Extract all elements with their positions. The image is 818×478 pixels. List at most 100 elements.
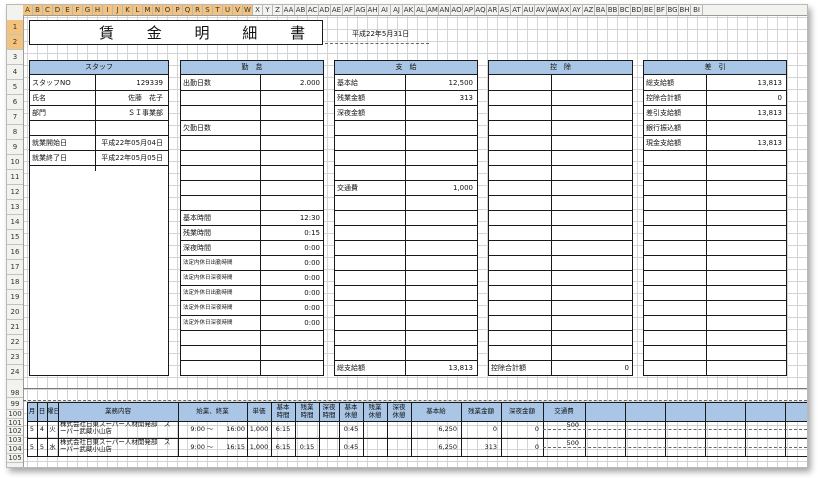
row-header-104[interactable]: 104 bbox=[7, 445, 23, 454]
column-header-E[interactable]: E bbox=[63, 5, 73, 15]
detail-cell-basic_break: 0:45 bbox=[343, 425, 359, 433]
column-header-BF[interactable]: BF bbox=[655, 5, 667, 15]
column-header-AY[interactable]: AY bbox=[571, 5, 583, 15]
column-header-AD[interactable]: AD bbox=[319, 5, 331, 15]
row-header-15[interactable]: 15 bbox=[7, 230, 23, 245]
column-header-AH[interactable]: AH bbox=[367, 5, 379, 15]
row-header-19[interactable]: 19 bbox=[7, 290, 23, 305]
column-header-F[interactable]: F bbox=[73, 5, 83, 15]
row-header-4[interactable]: 4 bbox=[7, 65, 23, 80]
row-header-13[interactable]: 13 bbox=[7, 200, 23, 215]
column-header-BB[interactable]: BB bbox=[607, 5, 619, 15]
column-header-BG[interactable]: BG bbox=[667, 5, 679, 15]
column-header-AX[interactable]: AX bbox=[559, 5, 571, 15]
row-header-99[interactable]: 99 bbox=[7, 398, 23, 410]
row-header-12[interactable]: 12 bbox=[7, 185, 23, 200]
row-header-105[interactable]: 105 bbox=[7, 454, 23, 463]
column-header-AF[interactable]: AF bbox=[343, 5, 355, 15]
column-header-AS[interactable]: AS bbox=[499, 5, 511, 15]
row-header-100[interactable]: 100 bbox=[7, 410, 23, 419]
column-header-AM[interactable]: AM bbox=[427, 5, 439, 15]
column-header-X[interactable]: X bbox=[253, 5, 263, 15]
column-header-AR[interactable]: AR bbox=[487, 5, 499, 15]
row-header-18[interactable]: 18 bbox=[7, 275, 23, 290]
column-header-AW[interactable]: AW bbox=[547, 5, 559, 15]
column-header-G[interactable]: G bbox=[83, 5, 93, 15]
column-header-O[interactable]: O bbox=[163, 5, 173, 15]
column-header-AE[interactable]: AE bbox=[331, 5, 343, 15]
row-header-24[interactable]: 24 bbox=[7, 365, 23, 380]
column-header-Q[interactable]: Q bbox=[183, 5, 193, 15]
column-header-N[interactable]: N bbox=[153, 5, 163, 15]
detail-header-day: 日 bbox=[38, 407, 46, 415]
row-header-103[interactable]: 103 bbox=[7, 436, 23, 445]
row-header-14[interactable]: 14 bbox=[7, 215, 23, 230]
column-header-D[interactable]: D bbox=[53, 5, 63, 15]
column-header-AI[interactable]: AI bbox=[379, 5, 391, 15]
row-header-8[interactable]: 8 bbox=[7, 125, 23, 140]
row-header-10[interactable]: 10 bbox=[7, 155, 23, 170]
column-header-W[interactable]: W bbox=[243, 5, 253, 15]
column-header-C[interactable]: C bbox=[43, 5, 53, 15]
column-header-AL[interactable]: AL bbox=[415, 5, 427, 15]
column-header-L[interactable]: L bbox=[133, 5, 143, 15]
column-header-AB[interactable]: AB bbox=[295, 5, 307, 15]
column-header-AN[interactable]: AN bbox=[439, 5, 451, 15]
row-header-3[interactable]: 3 bbox=[7, 50, 23, 65]
column-header-S[interactable]: S bbox=[203, 5, 213, 15]
column-header-AA[interactable]: AA bbox=[283, 5, 295, 15]
column-header-U[interactable]: U bbox=[223, 5, 233, 15]
column-header-AQ[interactable]: AQ bbox=[475, 5, 487, 15]
column-header-BI[interactable]: BI bbox=[691, 5, 703, 15]
row-header-2[interactable]: 2 bbox=[7, 35, 23, 50]
attendance-row-line bbox=[180, 165, 324, 166]
row-header-6[interactable]: 6 bbox=[7, 95, 23, 110]
column-header-B[interactable]: B bbox=[33, 5, 43, 15]
column-header-BA[interactable]: BA bbox=[595, 5, 607, 15]
column-header-H[interactable]: H bbox=[93, 5, 103, 15]
column-header-AU[interactable]: AU bbox=[523, 5, 535, 15]
column-header-BE[interactable]: BE bbox=[643, 5, 655, 15]
row-header-20[interactable]: 20 bbox=[7, 305, 23, 320]
net-label: 現金支給額 bbox=[646, 139, 681, 147]
column-header-BH[interactable]: BH bbox=[679, 5, 691, 15]
column-header-K[interactable]: K bbox=[123, 5, 133, 15]
row-header-101[interactable]: 101 bbox=[7, 419, 23, 427]
column-header-M[interactable]: M bbox=[143, 5, 153, 15]
row-header-bar[interactable]: 1 2 3 4 5 6 7 8 9 10 11 12 13 14 15 16 17 18 19 20 21 22 23 24 9… bbox=[7, 15, 24, 467]
column-header-V[interactable]: V bbox=[233, 5, 243, 15]
page-break-line bbox=[23, 400, 807, 401]
column-header-J[interactable]: J bbox=[113, 5, 123, 15]
row-header-9[interactable]: 9 bbox=[7, 140, 23, 155]
row-header-23[interactable]: 23 bbox=[7, 350, 23, 365]
column-header-AC[interactable]: AC bbox=[307, 5, 319, 15]
column-header-AT[interactable]: AT bbox=[511, 5, 523, 15]
row-header-1[interactable]: 1 bbox=[7, 20, 23, 35]
row-header-17[interactable]: 17 bbox=[7, 260, 23, 275]
row-header-7[interactable]: 7 bbox=[7, 110, 23, 125]
column-header-AO[interactable]: AO bbox=[451, 5, 463, 15]
column-header-AJ[interactable]: AJ bbox=[391, 5, 403, 15]
row-header-21[interactable]: 21 bbox=[7, 320, 23, 335]
column-header-I[interactable]: I bbox=[103, 5, 113, 15]
column-header-AP[interactable]: AP bbox=[463, 5, 475, 15]
row-header-98[interactable]: 98 bbox=[7, 388, 23, 398]
column-header-T[interactable]: T bbox=[213, 5, 223, 15]
column-header-AV[interactable]: AV bbox=[535, 5, 547, 15]
row-header-16[interactable]: 16 bbox=[7, 245, 23, 260]
column-header-AZ[interactable]: AZ bbox=[583, 5, 595, 15]
column-header-P[interactable]: P bbox=[173, 5, 183, 15]
column-header-Z[interactable]: Z bbox=[273, 5, 283, 15]
column-header-A[interactable]: A bbox=[23, 5, 33, 15]
column-header-Y[interactable]: Y bbox=[263, 5, 273, 15]
column-header-BC[interactable]: BC bbox=[619, 5, 631, 15]
column-header-AK[interactable]: AK bbox=[403, 5, 415, 15]
row-header-11[interactable]: 11 bbox=[7, 170, 23, 185]
row-header-5[interactable]: 5 bbox=[7, 80, 23, 95]
column-header-R[interactable]: R bbox=[193, 5, 203, 15]
column-header-bar[interactable]: A B C D E F G H I J K L M N O P Q R S T U V W X Y Z AA AB AC AD AE AF AG… bbox=[7, 5, 807, 16]
row-header-22[interactable]: 22 bbox=[7, 335, 23, 350]
column-header-AG[interactable]: AG bbox=[355, 5, 367, 15]
column-header-BD[interactable]: BD bbox=[631, 5, 643, 15]
row-header-102[interactable]: 102 bbox=[7, 427, 23, 436]
